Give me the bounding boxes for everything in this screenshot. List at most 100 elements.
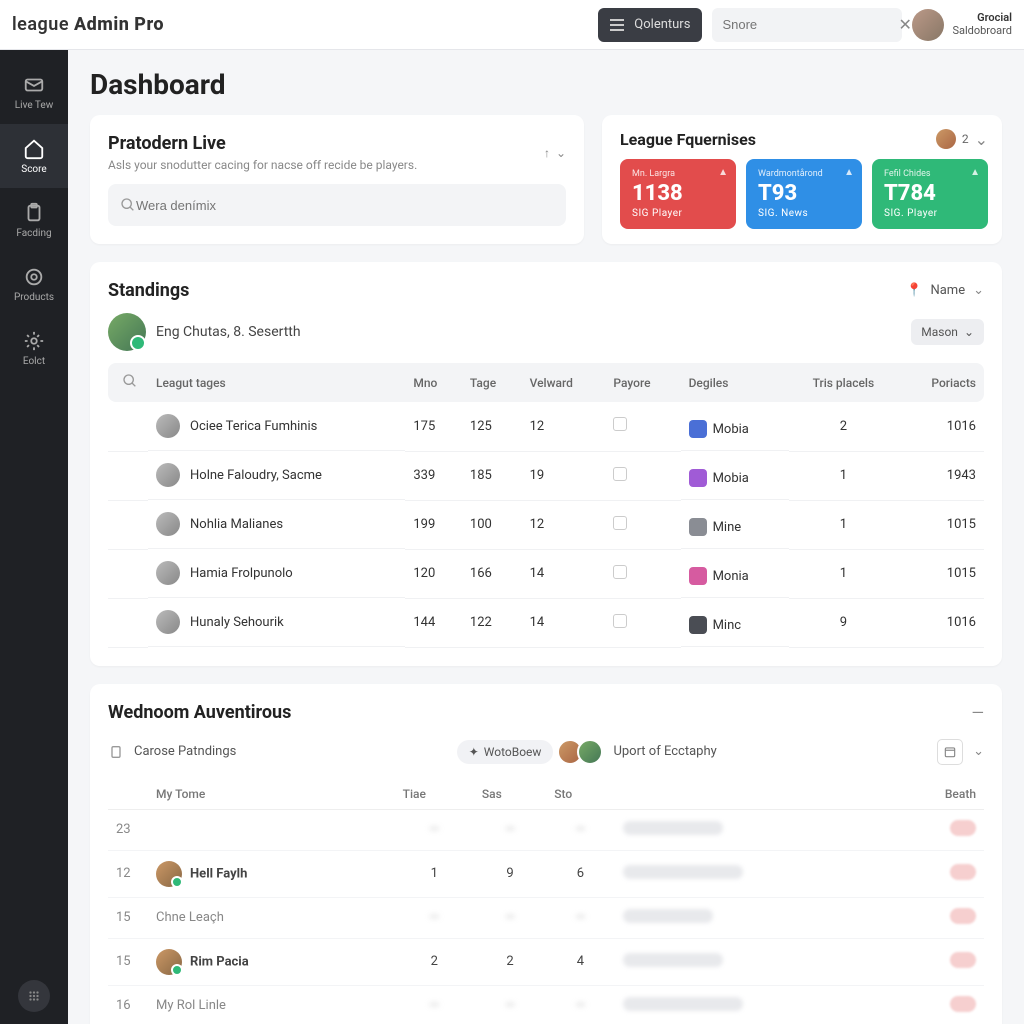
cell-mno: 339: [405, 451, 462, 500]
checkbox[interactable]: [613, 565, 627, 579]
table-row[interactable]: Hamia Frolpunolo 120 166 14 Monia 1 1015: [108, 549, 984, 598]
sidenav-label: Facding: [16, 228, 51, 239]
sidenav-label: Eolct: [23, 356, 45, 367]
col-tp: Tris placels: [789, 363, 899, 402]
avatar[interactable]: [912, 9, 944, 41]
cell-tp: 9: [789, 598, 899, 647]
mini-avatar: [936, 129, 956, 149]
filter-label: Name: [930, 283, 965, 298]
row-avatar: [156, 463, 180, 487]
row-avatar: [156, 561, 180, 585]
live-search-input[interactable]: [136, 198, 554, 213]
table-row[interactable]: 12 Hell Faylh 1 9 6: [108, 850, 984, 897]
blurred-pill: [623, 953, 723, 967]
row-name: Rim Pacia: [190, 954, 249, 969]
col-sto: Sto: [546, 779, 614, 810]
top-search-input[interactable]: [722, 17, 898, 32]
sidenav-apps-button[interactable]: [18, 980, 50, 1012]
wed-chip[interactable]: ✦ WotoBoew: [457, 740, 554, 764]
cell-vel: 19: [522, 451, 606, 500]
checkbox[interactable]: [613, 614, 627, 628]
cell-num: 15: [108, 897, 148, 938]
table-row[interactable]: Nohlia Malianes 199 100 12 Mine 1 1015: [108, 500, 984, 549]
table-row[interactable]: Hunaly Sehourik 144 122 14 Minc 9 1016: [108, 598, 984, 647]
gear-icon: [23, 330, 45, 352]
cell-tp: 1: [789, 500, 899, 549]
cell-mno: 120: [405, 549, 462, 598]
table-row[interactable]: 15 Chne Leaçh — — —: [108, 897, 984, 938]
col-num: [108, 779, 148, 810]
wed-title: Wednoom Auventirous: [108, 702, 291, 723]
col-sas: Sas: [474, 779, 546, 810]
cell-por: 1943: [898, 451, 984, 500]
checkbox[interactable]: [613, 516, 627, 530]
cell-tage: 185: [462, 451, 522, 500]
chevron-down-icon[interactable]: ⌄: [975, 130, 988, 149]
avatar-stack: [563, 739, 603, 765]
sidenav-item-eolct[interactable]: Eolct: [0, 316, 68, 380]
row-avatar: [156, 512, 180, 536]
tag-icon: [689, 616, 707, 634]
sidenav-item-products[interactable]: Products: [0, 252, 68, 316]
chevron-down-icon[interactable]: ⌄: [973, 744, 984, 759]
cell-st: —: [546, 985, 614, 1024]
cell-tage: 125: [462, 402, 522, 451]
search-icon: [122, 373, 138, 389]
pill-label: Mason: [921, 325, 958, 339]
blurred-pill: [623, 997, 743, 1011]
top-search[interactable]: ✕: [712, 8, 902, 42]
row-name: Holne Faloudry, Sacme: [190, 468, 322, 483]
table-row[interactable]: Ociee Terica Fumhinis 175 125 12 Mobia 2…: [108, 402, 984, 451]
season-pill[interactable]: Mason ⌄: [911, 319, 984, 345]
stat-card[interactable]: ▲ Wardmontårond T93 SIG. News: [746, 159, 862, 229]
blurred-pill: [623, 821, 723, 835]
cell-vel: 12: [522, 402, 606, 451]
collapse-icon[interactable]: —: [972, 703, 985, 722]
live-controls[interactable]: ↑ ⌄: [544, 146, 566, 160]
stat-bottom: SIG. Player: [884, 208, 976, 219]
home-icon: [23, 138, 45, 160]
cell-st: —: [546, 809, 614, 850]
sidenav-item-score[interactable]: Score: [0, 124, 68, 188]
stat-value: 1138: [632, 181, 724, 206]
page-title: Dashboard: [90, 68, 1002, 101]
stat-card[interactable]: ▲ Mn. Largra 1138 SIG Player: [620, 159, 736, 229]
grid-icon: [27, 989, 41, 1003]
cell-num: 12: [108, 850, 148, 897]
topbar: league Admin Pro Qolenturs ✕ Grocial Sal…: [0, 0, 1024, 50]
sidenav-item-live[interactable]: Live Tew: [0, 60, 68, 124]
cell-st: 6: [546, 850, 614, 897]
stat-bottom: SIG. News: [758, 208, 850, 219]
sidenav-label: Score: [21, 164, 46, 175]
status-pill: [950, 864, 976, 880]
col-name: Leagut tages: [148, 363, 405, 402]
col-vel: Velward: [522, 363, 606, 402]
status-pill: [950, 820, 976, 836]
table-row[interactable]: Holne Faloudry, Sacme 339 185 19 Mobia 1…: [108, 451, 984, 500]
checkbox[interactable]: [613, 417, 627, 431]
cell-tag: Minc: [713, 618, 742, 633]
table-row[interactable]: 15 Rim Pacia 2 2 4: [108, 938, 984, 985]
live-search[interactable]: [108, 184, 566, 226]
standings-filter[interactable]: 📍 Name ⌄: [906, 283, 984, 298]
stat-card[interactable]: ▲ Fefil Chides T784 SIG. Player: [872, 159, 988, 229]
calendar-button[interactable]: [937, 739, 963, 765]
col-search[interactable]: [108, 363, 148, 402]
blurred-pill: [623, 865, 743, 879]
table-row[interactable]: 16 My Rol Linle — — —: [108, 985, 984, 1024]
top-menu-chip[interactable]: Qolenturs: [598, 8, 702, 42]
cell-tage: 166: [462, 549, 522, 598]
cell-num: 15: [108, 938, 148, 985]
league-name: Eng Chutas, 8. Sesertth: [156, 324, 301, 340]
checkbox[interactable]: [613, 467, 627, 481]
wed-table: My Tome Tiae Sas Sto Beath 23 — — — 12 H…: [108, 779, 984, 1024]
search-icon: [120, 197, 136, 213]
sidenav-item-facding[interactable]: Facding: [0, 188, 68, 252]
live-subtitle: Asls your snodutter cacing for nacse off…: [108, 158, 417, 172]
cell-vel: 14: [522, 598, 606, 647]
mini-avatar: [577, 739, 603, 765]
sidenav-label: Live Tew: [15, 100, 54, 111]
clipboard-icon: [108, 744, 124, 760]
table-row[interactable]: 23 — — —: [108, 809, 984, 850]
clear-search-icon[interactable]: ✕: [898, 15, 911, 34]
